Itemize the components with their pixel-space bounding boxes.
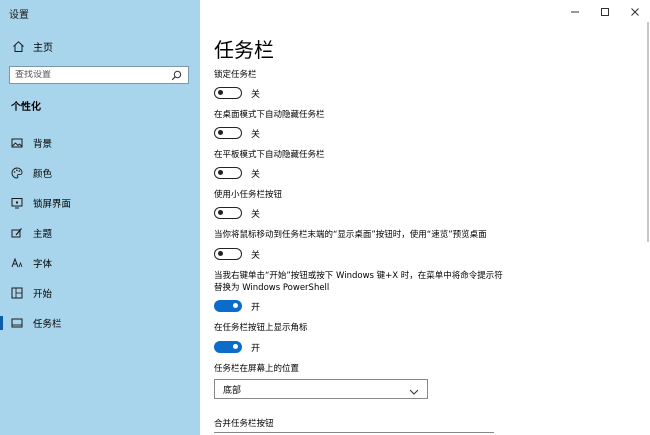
setting-row-peek: 关 — [214, 247, 260, 261]
nav-item-label: 背景 — [33, 139, 53, 150]
autohide-desktop-toggle[interactable] — [214, 127, 242, 139]
setting-row-lock-taskbar: 关 — [214, 86, 260, 100]
lock-taskbar-toggle[interactable] — [214, 87, 242, 99]
small-buttons-toggle[interactable] — [214, 207, 242, 219]
nav-home-label: 主页 — [33, 42, 53, 54]
toggle-state-text: 关 — [251, 250, 261, 261]
nav-item-lock-screen[interactable]: 锁屏界面 — [0, 188, 200, 218]
badges-toggle[interactable] — [214, 341, 242, 353]
toggle-state-text: 关 — [251, 209, 261, 220]
section-title: 个性化 — [11, 102, 41, 113]
setting-label-powershell: 当我右键单击“开始”按钮或按下 Windows 键+X 时，在菜单中将命令提示符… — [214, 271, 503, 293]
chevron-down-icon — [409, 380, 419, 399]
theme-brush-icon — [10, 226, 24, 240]
scrollbar[interactable] — [647, 22, 649, 242]
toggle-state-text: 关 — [251, 169, 261, 180]
setting-label-small-buttons: 使用小任务栏按钮 — [214, 190, 283, 200]
nav-item-taskbar[interactable]: 任务栏 — [0, 308, 200, 338]
nav-item-label: 任务栏 — [33, 319, 62, 330]
setting-label-badges: 在任务栏按钮上显示角标 — [214, 323, 308, 333]
nav-item-label: 颜色 — [33, 169, 53, 180]
app-title: 设置 — [9, 10, 29, 21]
setting-label-autohide-desktop: 在桌面模式下自动隐藏任务栏 — [214, 110, 325, 120]
nav-item-start[interactable]: 开始 — [0, 278, 200, 308]
home-icon — [11, 39, 25, 53]
position-label: 任务栏在屏幕上的位置 — [214, 364, 300, 374]
toggle-state-text: 关 — [251, 129, 261, 140]
image-icon — [10, 136, 24, 150]
maximize-button[interactable] — [590, 0, 620, 22]
setting-row-small-buttons: 关 — [214, 206, 260, 220]
window-controls — [560, 0, 650, 22]
combine-label: 合并任务栏按钮 — [214, 419, 274, 429]
main-content: 任务栏 锁定任务栏 关 在桌面模式下自动隐藏任务栏 关 在平板模式下自动隐藏任务… — [200, 0, 650, 435]
nav-item-colors[interactable]: 颜色 — [0, 158, 200, 188]
nav-item-label: 主题 — [33, 229, 53, 240]
nav-item-label: 开始 — [33, 289, 53, 300]
close-button[interactable] — [620, 0, 650, 22]
setting-label-autohide-tablet: 在平板模式下自动隐藏任务栏 — [214, 150, 325, 160]
taskbar-position-dropdown[interactable]: 底部 — [214, 379, 428, 399]
nav-item-themes[interactable]: 主题 — [0, 218, 200, 248]
dropdown-value: 底部 — [223, 385, 242, 396]
nav-item-label: 字体 — [33, 259, 53, 270]
nav-list: 背景 颜色 锁屏界面 主题 字体 开始 任务栏 — [0, 128, 200, 338]
sidebar: 设置 主页 个性化 背景 颜色 锁屏界面 — [0, 0, 200, 435]
setting-row-autohide-tablet: 关 — [214, 166, 260, 180]
nav-item-label: 锁屏界面 — [33, 199, 72, 210]
minimize-button[interactable] — [560, 0, 590, 22]
setting-row-autohide-desktop: 关 — [214, 126, 260, 140]
autohide-tablet-toggle[interactable] — [214, 167, 242, 179]
toggle-state-text: 开 — [251, 302, 261, 313]
setting-label-peek: 当你将鼠标移动到任务栏末端的“显示桌面”按钮时，使用“速览”预览桌面 — [214, 230, 487, 240]
powershell-toggle[interactable] — [214, 300, 242, 312]
start-icon — [10, 286, 24, 300]
toggle-state-text: 关 — [251, 89, 261, 100]
nav-home[interactable]: 主页 — [0, 34, 200, 58]
lock-screen-icon — [10, 196, 24, 210]
nav-item-fonts[interactable]: 字体 — [0, 248, 200, 278]
toggle-state-text: 开 — [251, 343, 261, 354]
page-title: 任务栏 — [214, 38, 274, 62]
search-icon[interactable] — [168, 67, 184, 83]
peek-toggle[interactable] — [214, 248, 242, 260]
font-icon — [10, 256, 24, 270]
setting-row-badges: 开 — [214, 340, 260, 354]
search-input[interactable] — [10, 70, 168, 80]
setting-label-lock-taskbar: 锁定任务栏 — [214, 70, 257, 80]
nav-item-background[interactable]: 背景 — [0, 128, 200, 158]
close-icon — [630, 2, 640, 21]
palette-icon — [10, 166, 24, 180]
taskbar-icon — [10, 316, 24, 330]
minimize-icon — [570, 2, 580, 21]
setting-row-powershell: 开 — [214, 299, 260, 313]
search-box[interactable] — [9, 66, 189, 84]
maximize-icon — [600, 2, 610, 21]
